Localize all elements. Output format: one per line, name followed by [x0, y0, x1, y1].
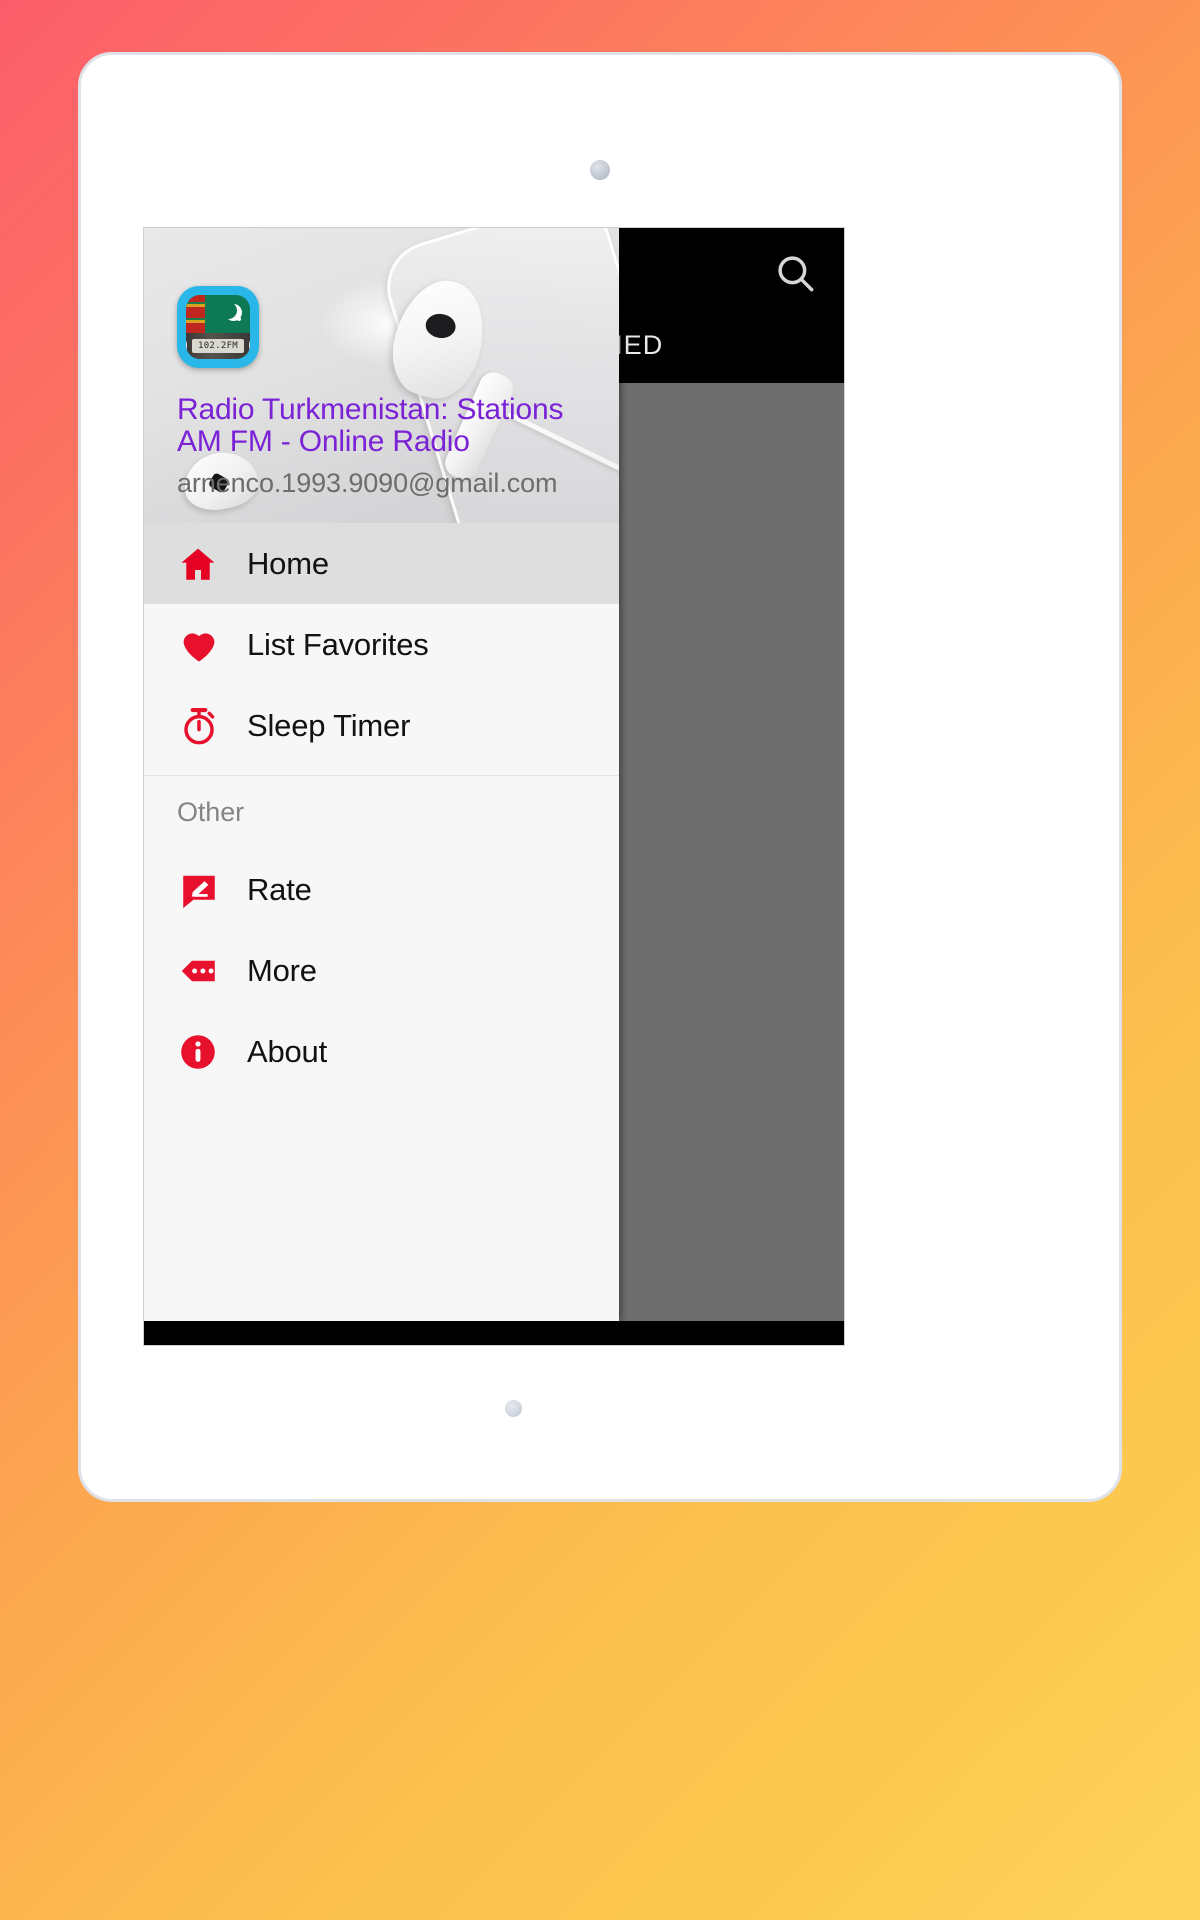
menu-item-label: Sleep Timer [247, 707, 411, 743]
menu-item-label: List Favorites [247, 626, 429, 662]
app-icon: 102.2FM [177, 286, 259, 368]
info-icon [177, 1031, 247, 1073]
menu-item-list-favorites[interactable]: List Favorites [144, 604, 619, 685]
menu-item-label: Home [247, 545, 329, 581]
home-sensor-dot [505, 1400, 522, 1417]
menu-item-label: About [247, 1033, 328, 1069]
stopwatch-icon [177, 704, 247, 748]
tablet-frame: ation… MOST LISTENED [78, 52, 1122, 1502]
front-camera-dot [590, 160, 610, 180]
menu-item-about[interactable]: About [144, 1011, 619, 1092]
rate-comment-pencil-icon [177, 868, 247, 912]
radio-dial: 102.2FM [186, 333, 250, 359]
more-tag-icon [177, 949, 247, 993]
menu-item-rate[interactable]: Rate [144, 849, 619, 930]
app-title: Radio Turkmenistan: Stations AM FM - Onl… [177, 393, 564, 459]
star-icon [237, 317, 241, 321]
account-email: arnenco.1993.9090@gmail.com [177, 468, 558, 498]
crescent-moon-icon [220, 302, 237, 319]
frequency-display: 102.2FM [192, 339, 244, 353]
dial-knob-right [249, 340, 250, 352]
heart-icon [177, 623, 247, 667]
drawer-header: 102.2FM Radio Turkmenistan: Stations AM … [144, 228, 619, 523]
app-icon-face: 102.2FM [186, 295, 250, 359]
drawer-menu: Home List Favorites Sleep Timer Other Ra… [144, 523, 619, 1321]
app-screenshot: ation… MOST LISTENED [144, 228, 844, 1345]
menu-group-other: Other [177, 797, 245, 827]
navigation-drawer: 102.2FM Radio Turkmenistan: Stations AM … [144, 228, 619, 1321]
home-icon [177, 543, 247, 585]
menu-item-label: More [247, 952, 317, 988]
system-navigation-bar [144, 1321, 844, 1345]
menu-item-sleep-timer[interactable]: Sleep Timer [144, 685, 619, 766]
menu-item-home[interactable]: Home [144, 523, 619, 604]
search-icon[interactable] [774, 252, 816, 294]
menu-item-more[interactable]: More [144, 930, 619, 1011]
dial-knob-left [186, 340, 187, 352]
menu-item-label: Rate [247, 871, 312, 907]
